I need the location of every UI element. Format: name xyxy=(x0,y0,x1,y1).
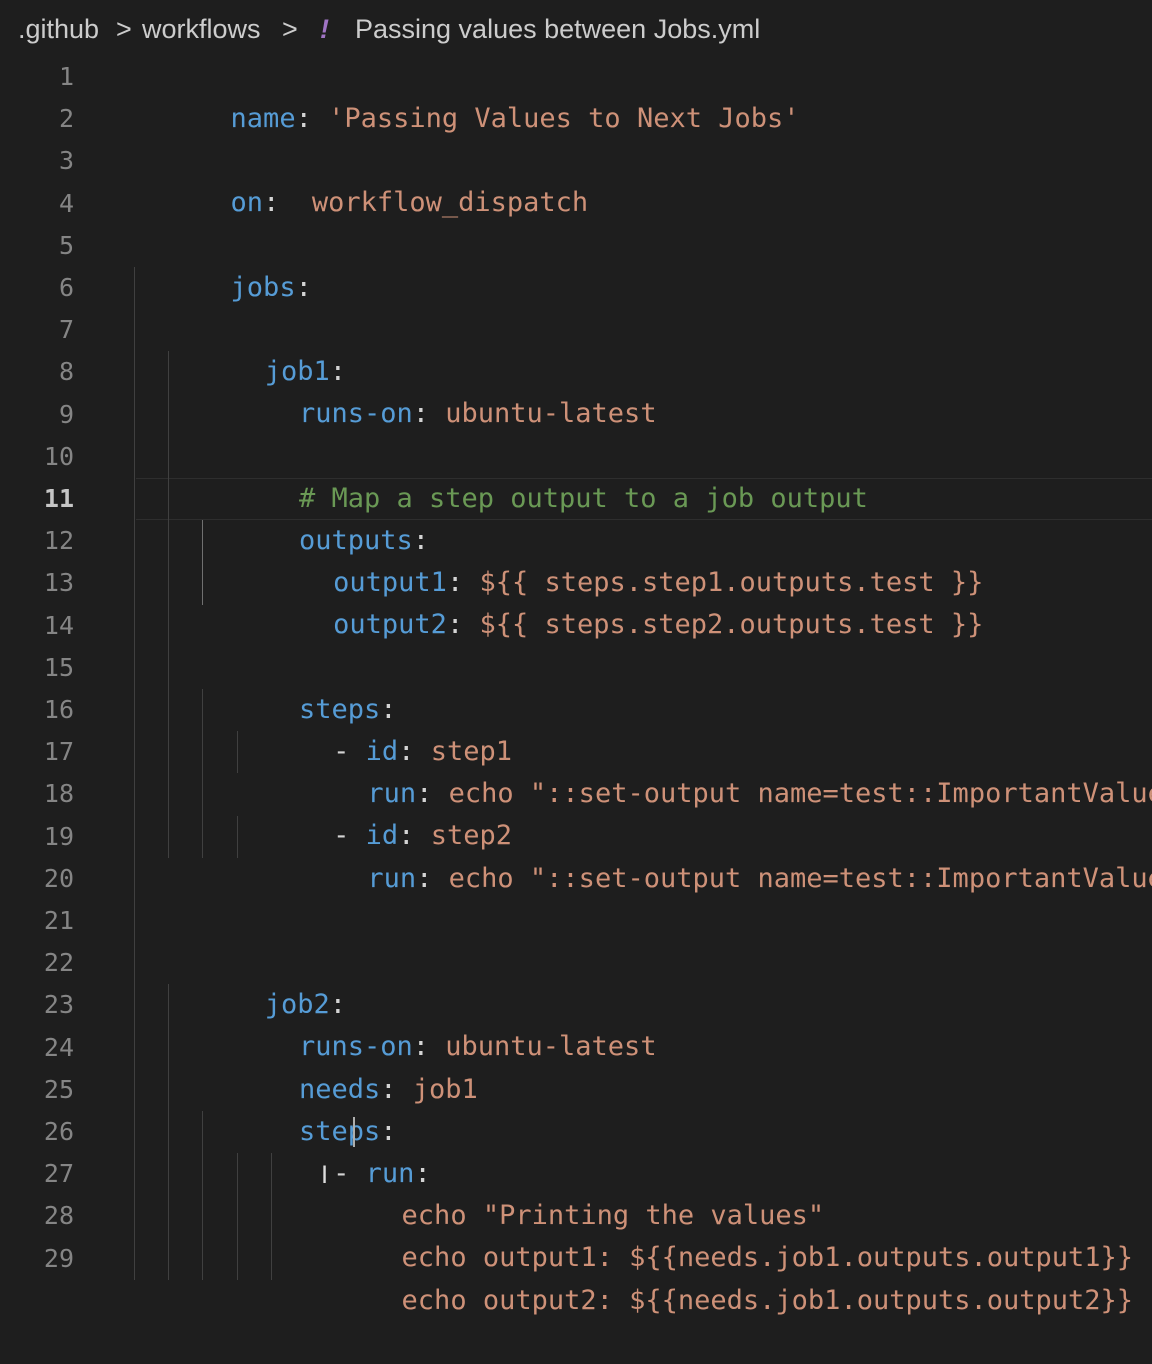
yaml-value: echo "::set-output name=test::ImportantV… xyxy=(448,778,1152,810)
code-line[interactable]: # Map a step output to a job output xyxy=(201,436,868,514)
line-number[interactable]: 3 xyxy=(0,140,74,182)
yaml-file-icon: ! xyxy=(320,14,329,44)
indent-guide xyxy=(134,267,135,1280)
line-number[interactable]: 26 xyxy=(0,1111,74,1153)
line-number[interactable]: 15 xyxy=(0,647,74,689)
code-line[interactable]: name: 'Passing Values to Next Jobs' xyxy=(133,56,800,134)
line-number[interactable]: 18 xyxy=(0,773,74,815)
colon: : xyxy=(263,187,312,219)
code-line[interactable]: - id: step1 xyxy=(236,689,512,767)
breadcrumb-github[interactable]: .github xyxy=(18,14,99,45)
colon: : xyxy=(295,271,312,303)
colon: : xyxy=(446,609,480,641)
code-line[interactable]: echo "Printing the values" xyxy=(304,1153,825,1231)
yaml-key: run xyxy=(367,862,417,894)
code-line[interactable]: steps: xyxy=(201,1069,397,1147)
yaml-key: jobs xyxy=(230,271,296,303)
code-line[interactable]: needs: job1 xyxy=(201,1027,478,1105)
yaml-key: on xyxy=(230,187,264,219)
line-number[interactable]: 29 xyxy=(0,1238,74,1280)
line-number[interactable]: 22 xyxy=(0,942,74,984)
colon: : xyxy=(412,398,446,430)
line-number[interactable]: 21 xyxy=(0,900,74,942)
yaml-key: name xyxy=(230,103,296,134)
yaml-value: workflow_dispatch xyxy=(311,187,589,219)
yaml-value: echo "::set-output name=test::ImportantV… xyxy=(448,862,1152,894)
code-line[interactable]: steps: xyxy=(201,647,397,725)
code-line[interactable]: echo output2: ${{needs.job1.outputs.outp… xyxy=(304,1238,1134,1316)
code-line[interactable]: jobs: xyxy=(133,225,312,303)
line-number[interactable]: 10 xyxy=(0,436,74,478)
yaml-value: ${{ steps.step2.outputs.test }} xyxy=(479,609,984,641)
line-number[interactable]: 12 xyxy=(0,520,74,562)
line-number[interactable]: 19 xyxy=(0,816,74,858)
text-cursor xyxy=(353,1117,356,1147)
code-line[interactable]: job2: xyxy=(167,942,346,1020)
chevron-right-icon: > xyxy=(282,14,298,44)
line-number[interactable]: 27 xyxy=(0,1153,74,1195)
code-editor[interactable]: 1 2 3 4 5 6 7 8 9 10 11 12 13 14 15 16 17 18 19 20 21 22 23 24 2… xyxy=(0,56,1152,1316)
breadcrumb: .github > workflows > ! Passing values b… xyxy=(0,0,1152,62)
code-line[interactable]: - id: step2 xyxy=(236,773,512,851)
code-line[interactable]: outputs: xyxy=(201,478,429,556)
code-line[interactable]: - run: xyxy=(236,1111,447,1189)
code-line[interactable]: on: workflow_dispatch xyxy=(133,140,589,218)
line-number[interactable]: 7 xyxy=(0,309,74,351)
line-number[interactable]: 9 xyxy=(0,394,74,436)
line-number[interactable]: 28 xyxy=(0,1195,74,1237)
yaml-key: runs-on xyxy=(298,398,413,430)
yaml-string: 'Passing Values to Next Jobs' xyxy=(328,103,800,134)
line-number[interactable]: 2 xyxy=(0,98,74,140)
line-number[interactable]: 5 xyxy=(0,225,74,267)
line-number[interactable]: 8 xyxy=(0,351,74,393)
line-number[interactable]: 25 xyxy=(0,1069,74,1111)
yaml-block-text: echo output2: ${{needs.job1.outputs.outp… xyxy=(401,1284,1134,1316)
line-number[interactable]: 17 xyxy=(0,731,74,773)
code-line[interactable]: run: echo "::set-output name=test::Impor… xyxy=(270,816,1152,894)
breadcrumb-file[interactable]: Passing values between Jobs.yml xyxy=(355,14,760,45)
code-line[interactable]: echo output1: ${{needs.job1.outputs.outp… xyxy=(304,1195,1134,1273)
line-number[interactable]: 24 xyxy=(0,1027,74,1069)
code-line[interactable]: runs-on: ubuntu-latest xyxy=(201,351,657,429)
colon: : xyxy=(416,862,449,894)
line-number[interactable]: 4 xyxy=(0,183,74,225)
yaml-value: ubuntu-latest xyxy=(445,398,657,430)
colon: : xyxy=(295,103,329,134)
chevron-right-icon: > xyxy=(116,14,132,44)
line-number[interactable]: 16 xyxy=(0,689,74,731)
mouse-ibeam-icon: I xyxy=(321,1161,329,1190)
code-line[interactable]: runs-on: ubuntu-latest xyxy=(201,984,657,1062)
line-number[interactable]: 6 xyxy=(0,267,74,309)
yaml-value: job1 xyxy=(412,1073,478,1105)
line-number[interactable]: 14 xyxy=(0,605,74,647)
code-line[interactable]: output1: ${{ steps.step1.outputs.test }} xyxy=(236,520,983,598)
code-line[interactable]: run: echo "::set-output name=test::Impor… xyxy=(270,731,1152,809)
code-line[interactable]: output2: ${{ steps.step2.outputs.test }} xyxy=(236,562,983,640)
line-number[interactable]: 13 xyxy=(0,562,74,604)
breadcrumb-workflows[interactable]: workflows xyxy=(142,14,261,45)
line-number[interactable]: 1 xyxy=(0,56,74,98)
line-number[interactable]: 11 xyxy=(0,478,74,520)
line-number[interactable]: 20 xyxy=(0,858,74,900)
code-line[interactable]: job1: xyxy=(167,309,346,387)
line-number[interactable]: 23 xyxy=(0,984,74,1026)
yaml-key: output2 xyxy=(333,609,447,641)
